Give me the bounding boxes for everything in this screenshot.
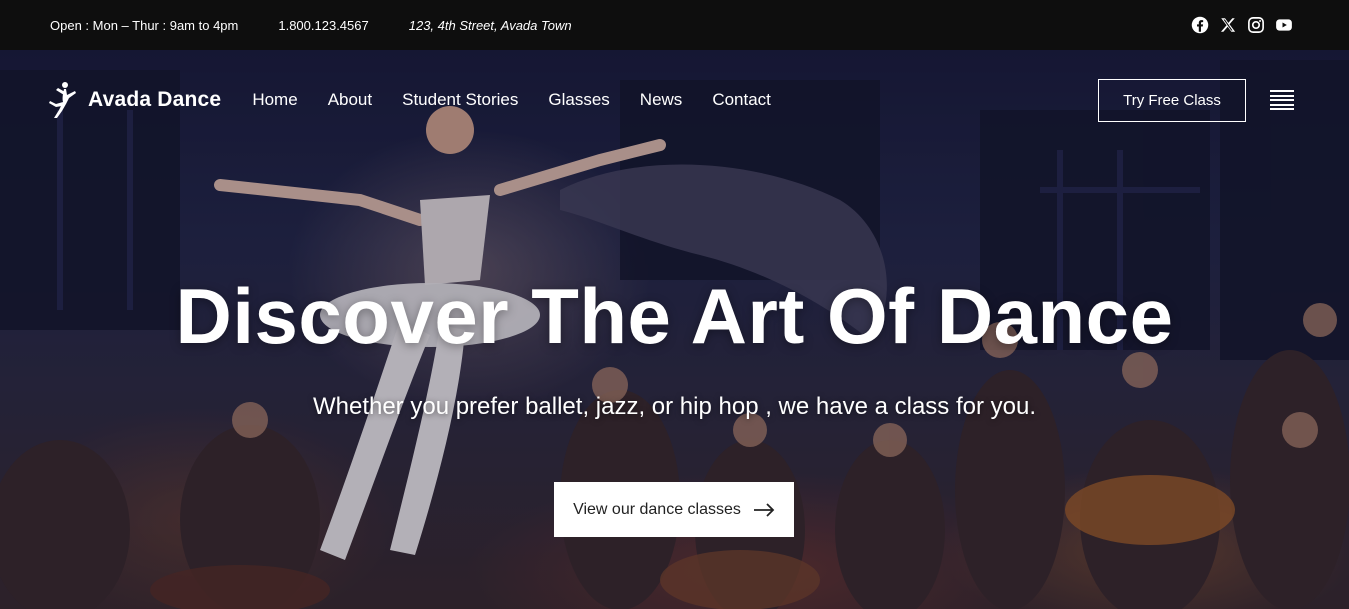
dancer-logo-icon	[49, 82, 76, 118]
main-navigation: Avada Dance Home About Student Stories G…	[0, 50, 1349, 150]
brand-name: Avada Dance	[88, 88, 222, 111]
nav-item-student-stories[interactable]: Student Stories	[402, 90, 518, 110]
nav-item-contact[interactable]: Contact	[712, 90, 771, 110]
nav-item-glasses[interactable]: Glasses	[548, 90, 609, 110]
brand-logo-link[interactable]: Avada Dance	[48, 80, 221, 120]
address: 123, 4th Street, Avada Town	[408, 17, 572, 33]
nav-menu: Home About Student Stories Glasses News …	[252, 90, 771, 110]
youtube-icon[interactable]	[1275, 16, 1293, 34]
nav-item-about[interactable]: About	[328, 90, 372, 110]
nav-item-home[interactable]: Home	[252, 90, 297, 110]
view-dance-classes-label: View our dance classes	[573, 500, 741, 518]
arrow-right-icon	[753, 502, 775, 517]
hero-subtitle: Whether you prefer ballet, jazz, or hip …	[312, 393, 1037, 420]
try-free-class-button[interactable]: Try Free Class	[1098, 78, 1246, 122]
top-info-bar: Open : Mon – Thur : 9am to 4pm 1.800.123…	[0, 0, 1349, 50]
instagram-icon[interactable]	[1247, 16, 1265, 34]
hamburger-icon[interactable]	[1270, 90, 1294, 110]
hero-title: Discover The Art Of Dance	[175, 272, 1174, 360]
x-icon[interactable]	[1219, 16, 1237, 34]
opening-hours: Open : Mon – Thur : 9am to 4pm	[50, 17, 239, 33]
nav-item-news[interactable]: News	[640, 90, 683, 110]
facebook-icon[interactable]	[1191, 16, 1209, 34]
phone-number[interactable]: 1.800.123.4567	[278, 18, 368, 33]
social-links	[1191, 16, 1293, 34]
view-dance-classes-button[interactable]: View our dance classes	[554, 482, 794, 537]
